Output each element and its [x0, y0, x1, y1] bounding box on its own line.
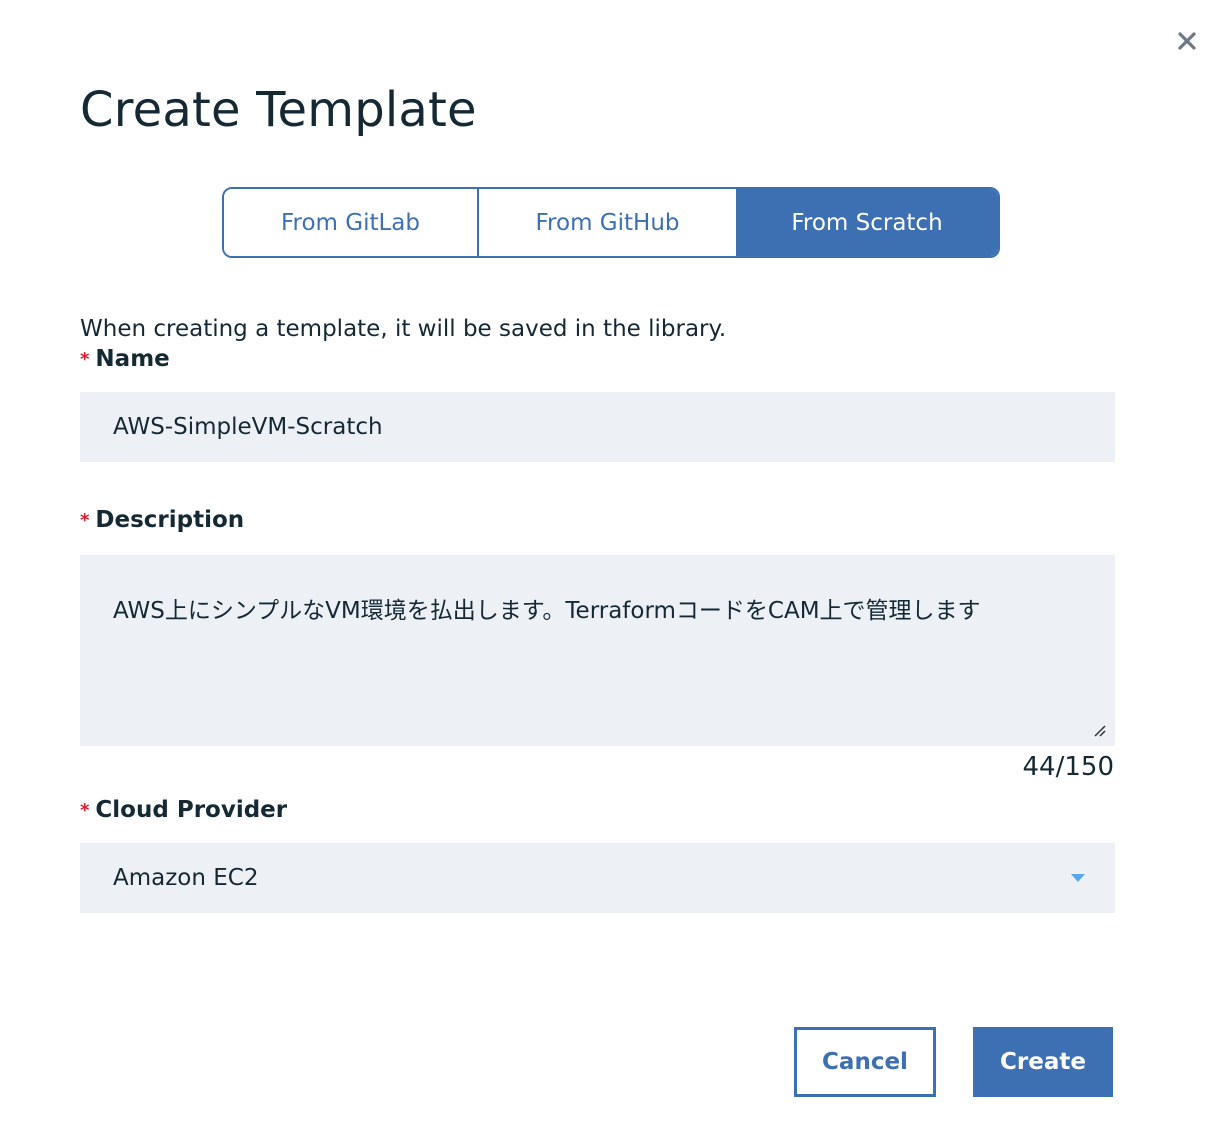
- name-label: * Name: [80, 346, 170, 372]
- description-textarea-value: AWS上にシンプルなVM環境を払出します。TerraformコードをCAM上で管…: [113, 598, 981, 624]
- close-icon: [1178, 32, 1196, 50]
- name-input[interactable]: AWS-SimpleVM-Scratch: [80, 392, 1115, 462]
- character-counter: 44/150: [1022, 752, 1114, 782]
- description-label-text: Description: [95, 507, 245, 533]
- tab-from-scratch[interactable]: From Scratch: [736, 189, 998, 256]
- name-label-text: Name: [95, 346, 170, 372]
- resize-handle-icon[interactable]: [1093, 724, 1107, 738]
- name-input-value: AWS-SimpleVM-Scratch: [113, 414, 383, 440]
- dialog-title: Create Template: [80, 82, 477, 138]
- close-button[interactable]: [1172, 26, 1202, 56]
- chevron-down-icon: [1071, 874, 1085, 882]
- tab-from-github[interactable]: From GitHub: [479, 189, 736, 256]
- cloud-provider-selected-value: Amazon EC2: [113, 865, 259, 891]
- description-textarea[interactable]: AWS上にシンプルなVM環境を払出します。TerraformコードをCAM上で管…: [80, 555, 1115, 746]
- template-source-switcher: From GitLab From GitHub From Scratch: [222, 187, 1000, 258]
- cloud-provider-label: * Cloud Provider: [80, 797, 287, 823]
- cloud-provider-select[interactable]: Amazon EC2: [80, 843, 1115, 913]
- description-label: * Description: [80, 507, 244, 533]
- create-button[interactable]: Create: [973, 1027, 1113, 1097]
- intro-text: When creating a template, it will be sav…: [80, 316, 727, 342]
- tab-from-gitlab[interactable]: From GitLab: [224, 189, 479, 256]
- required-asterisk: *: [80, 348, 90, 370]
- required-asterisk: *: [80, 509, 90, 531]
- required-asterisk: *: [80, 799, 90, 821]
- cancel-button[interactable]: Cancel: [794, 1027, 936, 1097]
- cloud-provider-label-text: Cloud Provider: [95, 797, 288, 823]
